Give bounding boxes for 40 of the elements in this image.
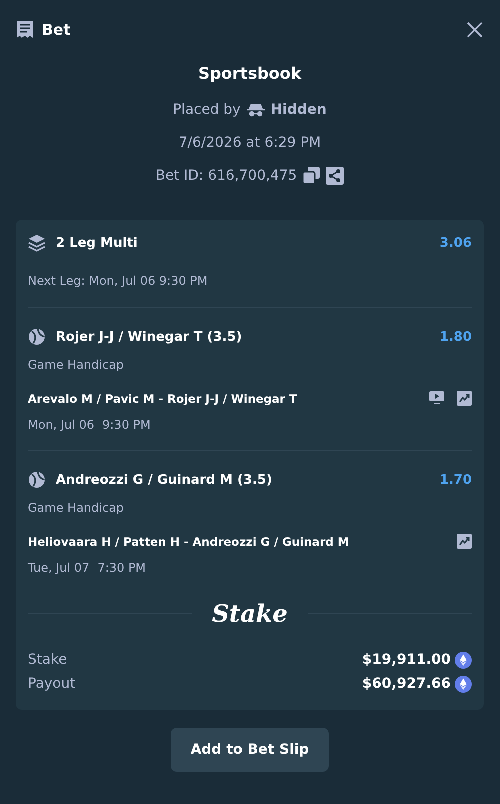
add-to-bet-slip-button[interactable]: Add to Bet Slip — [170, 728, 330, 772]
event-date: Mon, Jul 06 — [28, 418, 94, 432]
copy-icon[interactable] — [303, 167, 320, 184]
close-button[interactable] — [466, 21, 484, 39]
modal-title: Bet — [42, 21, 71, 39]
total-amount: $60,927.66 — [362, 676, 451, 692]
event-time: 9:30 PM — [102, 418, 151, 432]
next-leg: Next Leg: Mon, Jul 06 9:30 PM — [28, 274, 208, 288]
stats-chart-icon[interactable] — [457, 391, 472, 406]
placed-by-label: Placed by — [173, 102, 241, 118]
leg-odds: 1.70 — [440, 472, 472, 488]
live-video-icon[interactable] — [429, 391, 445, 405]
multi-title: 2 Leg Multi — [56, 236, 138, 250]
market-name: Game Handicap — [28, 358, 124, 372]
ethereum-coin-icon — [455, 652, 472, 668]
total-odds: 3.06 — [440, 236, 472, 250]
incognito-icon — [246, 102, 265, 116]
total-label: Stake — [28, 652, 68, 668]
bet-id: Bet ID: 616,700,475 — [156, 168, 298, 184]
stats-chart-icon[interactable] — [457, 534, 472, 549]
event-name: Heliovaara H / Patten H - Andreozzi G / Guinard M — [28, 534, 350, 548]
event-time: 7:30 PM — [98, 561, 146, 575]
placed-by-user: Hidden — [270, 102, 327, 118]
receipt-icon — [16, 20, 34, 40]
placed-date: 7/6/2026 at 6:29 PM — [178, 134, 322, 150]
total-amount: $19,911.00 — [362, 652, 451, 668]
brand-logo: Stake — [212, 599, 288, 628]
event-name: Arevalo M / Pavic M - Rojer J-J / Winegar T — [28, 392, 298, 406]
event-date: Tue, Jul 07 — [28, 561, 90, 575]
market-name: Game Handicap — [28, 501, 124, 515]
selection-title: Andreozzi G / Guinard M (3.5) — [56, 472, 272, 488]
tennis-ball-icon — [28, 328, 46, 346]
ethereum-coin-icon — [455, 676, 472, 692]
leg-odds: 1.80 — [440, 330, 472, 344]
selection-title: Rojer J-J / Winegar T (3.5) — [56, 330, 242, 344]
share-icon[interactable] — [326, 166, 344, 184]
total-label: Payout — [28, 676, 76, 692]
layers-icon — [28, 234, 46, 252]
tennis-ball-icon — [28, 471, 46, 489]
sportsbook-title: Sportsbook — [198, 64, 302, 83]
